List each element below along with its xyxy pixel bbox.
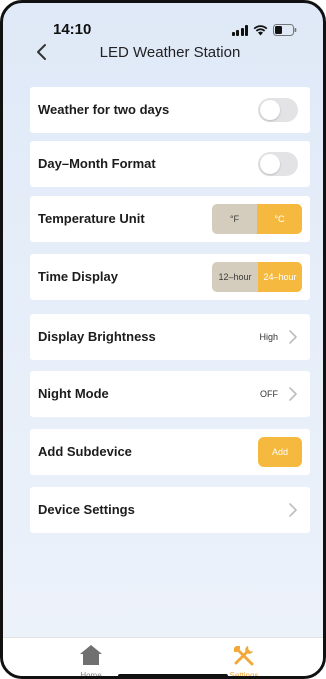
- toggle-knob: [260, 100, 280, 120]
- tab-bar: Home Settings: [3, 637, 323, 679]
- setting-day-month-format: Day–Month Format: [30, 141, 310, 187]
- chevron-right-icon: [289, 503, 297, 517]
- wifi-icon: [253, 24, 268, 35]
- setting-temperature-unit: Temperature Unit °F °C: [30, 196, 310, 242]
- tab-label: Home: [80, 671, 102, 679]
- home-icon: [80, 645, 102, 665]
- page-title: LED Weather Station: [99, 44, 241, 61]
- nav-bar: LED Weather Station: [3, 39, 323, 67]
- chevron-right-icon: [289, 387, 297, 401]
- twenty-four-hour-option[interactable]: 24–hour: [258, 262, 302, 292]
- add-subdevice-button[interactable]: Add: [258, 437, 302, 467]
- battery-icon: [273, 24, 297, 36]
- setting-label: Day–Month Format: [38, 156, 156, 171]
- status-time: 14:10: [53, 21, 92, 38]
- chevron-right-icon: [289, 330, 297, 344]
- home-indicator: [118, 674, 228, 676]
- tab-home[interactable]: Home: [56, 644, 126, 679]
- setting-label: Time Display: [38, 269, 118, 284]
- setting-device-settings[interactable]: Device Settings: [30, 487, 310, 533]
- setting-label: Night Mode: [38, 386, 109, 401]
- setting-weather-two-days: Weather for two days: [30, 87, 310, 133]
- setting-display-brightness[interactable]: Display Brightness High: [30, 314, 310, 360]
- weather-two-days-toggle[interactable]: [258, 98, 298, 122]
- setting-label: Device Settings: [38, 502, 135, 517]
- brightness-value: High: [259, 332, 278, 342]
- phone-frame: 14:10 LED Weather Station Weather for tw…: [0, 0, 326, 679]
- time-display-segmented: 12–hour 24–hour: [212, 262, 302, 292]
- setting-label: Add Subdevice: [38, 444, 132, 459]
- setting-night-mode[interactable]: Night Mode OFF: [30, 371, 310, 417]
- day-month-format-toggle[interactable]: [258, 152, 298, 176]
- signal-icon: [231, 24, 248, 36]
- status-bar: 14:10: [3, 3, 323, 39]
- status-icons: [231, 24, 298, 36]
- night-mode-value: OFF: [260, 389, 278, 399]
- setting-add-subdevice: Add Subdevice Add: [30, 429, 310, 475]
- tools-icon: [234, 646, 254, 666]
- toggle-knob: [260, 154, 280, 174]
- setting-label: Weather for two days: [38, 102, 170, 117]
- setting-label: Temperature Unit: [38, 211, 145, 226]
- temperature-unit-segmented: °F °C: [212, 204, 302, 234]
- setting-time-display: Time Display 12–hour 24–hour: [30, 254, 310, 300]
- celsius-option[interactable]: °C: [257, 204, 302, 234]
- fahrenheit-option[interactable]: °F: [212, 204, 257, 234]
- setting-label: Display Brightness: [38, 329, 156, 344]
- twelve-hour-option[interactable]: 12–hour: [212, 262, 258, 292]
